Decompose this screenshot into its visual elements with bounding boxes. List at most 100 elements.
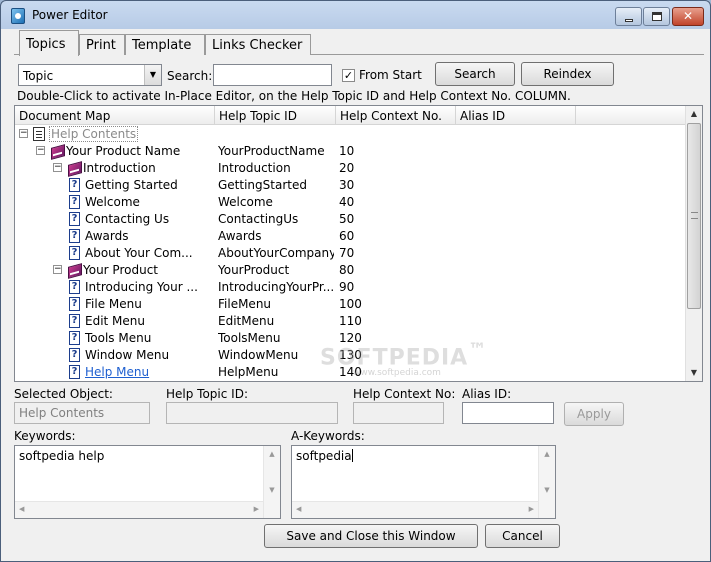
- column-header-alias-id[interactable]: Alias ID: [456, 106, 576, 125]
- tree-item-label[interactable]: File Menu: [85, 297, 142, 311]
- tab-links-checker[interactable]: Links Checker: [205, 34, 311, 55]
- tree-row[interactable]: ? File Menu FileMenu 100: [15, 296, 685, 313]
- scroll-thumb[interactable]: [687, 123, 701, 309]
- column-header-document-map[interactable]: Document Map: [15, 106, 215, 125]
- tree-item-label[interactable]: Edit Menu: [85, 314, 145, 328]
- scroll-up-icon[interactable]: ▲: [264, 450, 280, 458]
- tree-item-label[interactable]: Welcome: [85, 195, 140, 209]
- tree-row[interactable]: ? Introducing Your ... IntroducingYourPr..…: [15, 279, 685, 296]
- chevron-down-icon[interactable]: ▼: [144, 65, 161, 85]
- help-context-no-cell[interactable]: 90: [339, 280, 354, 294]
- topic-tree-grid[interactable]: Document Map Help Topic ID Help Context …: [14, 105, 703, 382]
- help-context-no-cell[interactable]: 10: [339, 144, 354, 158]
- scroll-right-icon[interactable]: ▶: [529, 505, 534, 513]
- scroll-left-icon[interactable]: ◀: [296, 505, 301, 513]
- save-and-close-button[interactable]: Save and Close this Window: [264, 524, 478, 548]
- tree-item-label[interactable]: Awards: [85, 229, 128, 243]
- help-topic-id-cell[interactable]: YourProductName: [218, 144, 334, 158]
- scroll-left-icon[interactable]: ◀: [19, 505, 24, 513]
- keywords-hscrollbar[interactable]: ◀ ▶: [15, 501, 263, 518]
- minimize-button[interactable]: [615, 7, 642, 26]
- tab-template[interactable]: Template: [125, 34, 205, 55]
- from-start-checkbox[interactable]: ✓: [342, 69, 355, 82]
- tree-row[interactable]: − Your Product Name YourProductName 10: [15, 143, 685, 160]
- alias-id-field[interactable]: [462, 402, 554, 424]
- help-context-no-cell[interactable]: 50: [339, 212, 354, 226]
- tab-topics[interactable]: Topics: [19, 30, 79, 56]
- help-context-no-cell[interactable]: 20: [339, 161, 354, 175]
- close-button[interactable]: ✕: [672, 7, 704, 26]
- tree-row[interactable]: ? Edit Menu EditMenu 110: [15, 313, 685, 330]
- collapse-toggle-icon[interactable]: −: [53, 265, 62, 274]
- tree-item-label[interactable]: Getting Started: [85, 178, 178, 192]
- tree-item-label[interactable]: About Your Com...: [85, 246, 193, 260]
- search-type-select[interactable]: Topic ▼: [18, 64, 162, 86]
- help-topic-id-cell[interactable]: YourProduct: [218, 263, 334, 277]
- search-input[interactable]: [213, 64, 332, 86]
- scroll-right-icon[interactable]: ▶: [254, 505, 259, 513]
- help-topic-id-cell[interactable]: ToolsMenu: [218, 331, 334, 345]
- help-topic-id-cell[interactable]: WindowMenu: [218, 348, 334, 362]
- tree-item-label[interactable]: Help Contents: [49, 126, 139, 142]
- column-header-help-topic-id[interactable]: Help Topic ID: [215, 106, 336, 125]
- scroll-up-icon[interactable]: ▲: [686, 106, 702, 122]
- tree-row[interactable]: − Your Product YourProduct 80: [15, 262, 685, 279]
- reindex-button[interactable]: Reindex: [521, 62, 614, 86]
- help-topic-id-cell[interactable]: Welcome: [218, 195, 334, 209]
- help-context-no-cell[interactable]: 60: [339, 229, 354, 243]
- help-topic-id-cell[interactable]: EditMenu: [218, 314, 334, 328]
- tree-item-label[interactable]: Contacting Us: [85, 212, 169, 226]
- tree-row[interactable]: ? Awards Awards 60: [15, 228, 685, 245]
- collapse-toggle-icon[interactable]: −: [36, 146, 45, 155]
- keywords-textarea[interactable]: softpedia help ▲ ▼ ◀ ▶: [14, 445, 281, 519]
- a-keywords-scrollbar[interactable]: ▲ ▼: [538, 446, 555, 518]
- a-keywords-textarea[interactable]: softpedia ▲ ▼ ◀ ▶: [291, 445, 556, 519]
- grid-vertical-scrollbar[interactable]: ▲ ▼: [685, 106, 702, 381]
- tree-item-label[interactable]: Your Product Name: [66, 144, 180, 158]
- help-topic-id-cell[interactable]: IntroducingYourPr...: [218, 280, 334, 294]
- help-topic-id-cell[interactable]: GettingStarted: [218, 178, 334, 192]
- apply-button[interactable]: Apply: [564, 402, 624, 426]
- help-context-no-cell[interactable]: 40: [339, 195, 354, 209]
- help-context-no-cell[interactable]: 80: [339, 263, 354, 277]
- help-topic-id-cell[interactable]: Awards: [218, 229, 334, 243]
- help-topic-id-field[interactable]: [166, 402, 338, 424]
- tree-row[interactable]: − Introduction Introduction 20: [15, 160, 685, 177]
- tree-item-label[interactable]: Introduction: [83, 161, 156, 175]
- tree-item-label[interactable]: Your Product: [83, 263, 158, 277]
- cancel-button[interactable]: Cancel: [485, 524, 560, 548]
- tab-print[interactable]: Print: [79, 34, 125, 55]
- help-topic-id-cell[interactable]: ContactingUs: [218, 212, 334, 226]
- help-topic-id-cell[interactable]: AboutYourCompany: [218, 246, 334, 260]
- tree-row[interactable]: ? Welcome Welcome 40: [15, 194, 685, 211]
- help-topic-id-cell[interactable]: Introduction: [218, 161, 334, 175]
- help-context-no-cell[interactable]: 30: [339, 178, 354, 192]
- help-context-no-cell[interactable]: 110: [339, 314, 362, 328]
- help-context-no-field[interactable]: [353, 402, 444, 424]
- column-header-help-context-no[interactable]: Help Context No.: [336, 106, 456, 125]
- title-bar[interactable]: Power Editor ✕: [1, 1, 710, 29]
- tree-row[interactable]: ? About Your Com... AboutYourCompany 70: [15, 245, 685, 262]
- tree-row[interactable]: ? Getting Started GettingStarted 30: [15, 177, 685, 194]
- tree-item-label[interactable]: Introducing Your ...: [85, 280, 198, 294]
- help-topic-id-cell[interactable]: FileMenu: [218, 297, 334, 311]
- maximize-button[interactable]: [643, 7, 670, 26]
- tree-item-label[interactable]: Help Menu: [85, 365, 149, 379]
- selected-object-field[interactable]: [14, 402, 150, 424]
- search-button[interactable]: Search: [435, 62, 515, 86]
- help-context-no-cell[interactable]: 70: [339, 246, 354, 260]
- collapse-toggle-icon[interactable]: −: [19, 129, 28, 138]
- help-topic-id-cell[interactable]: HelpMenu: [218, 365, 334, 379]
- collapse-toggle-icon[interactable]: −: [53, 163, 62, 172]
- keywords-scrollbar[interactable]: ▲ ▼: [263, 446, 280, 518]
- tree-row[interactable]: ? Contacting Us ContactingUs 50: [15, 211, 685, 228]
- help-context-no-cell[interactable]: 100: [339, 297, 362, 311]
- tree-item-label[interactable]: Tools Menu: [85, 331, 151, 345]
- a-keywords-hscrollbar[interactable]: ◀ ▶: [292, 501, 538, 518]
- tree-row[interactable]: − Help Contents: [15, 126, 685, 143]
- scroll-down-icon[interactable]: ▼: [686, 365, 702, 381]
- tree-item-label[interactable]: Window Menu: [85, 348, 169, 362]
- scroll-up-icon[interactable]: ▲: [539, 450, 555, 458]
- scroll-down-icon[interactable]: ▼: [539, 486, 555, 494]
- scroll-down-icon[interactable]: ▼: [264, 486, 280, 494]
